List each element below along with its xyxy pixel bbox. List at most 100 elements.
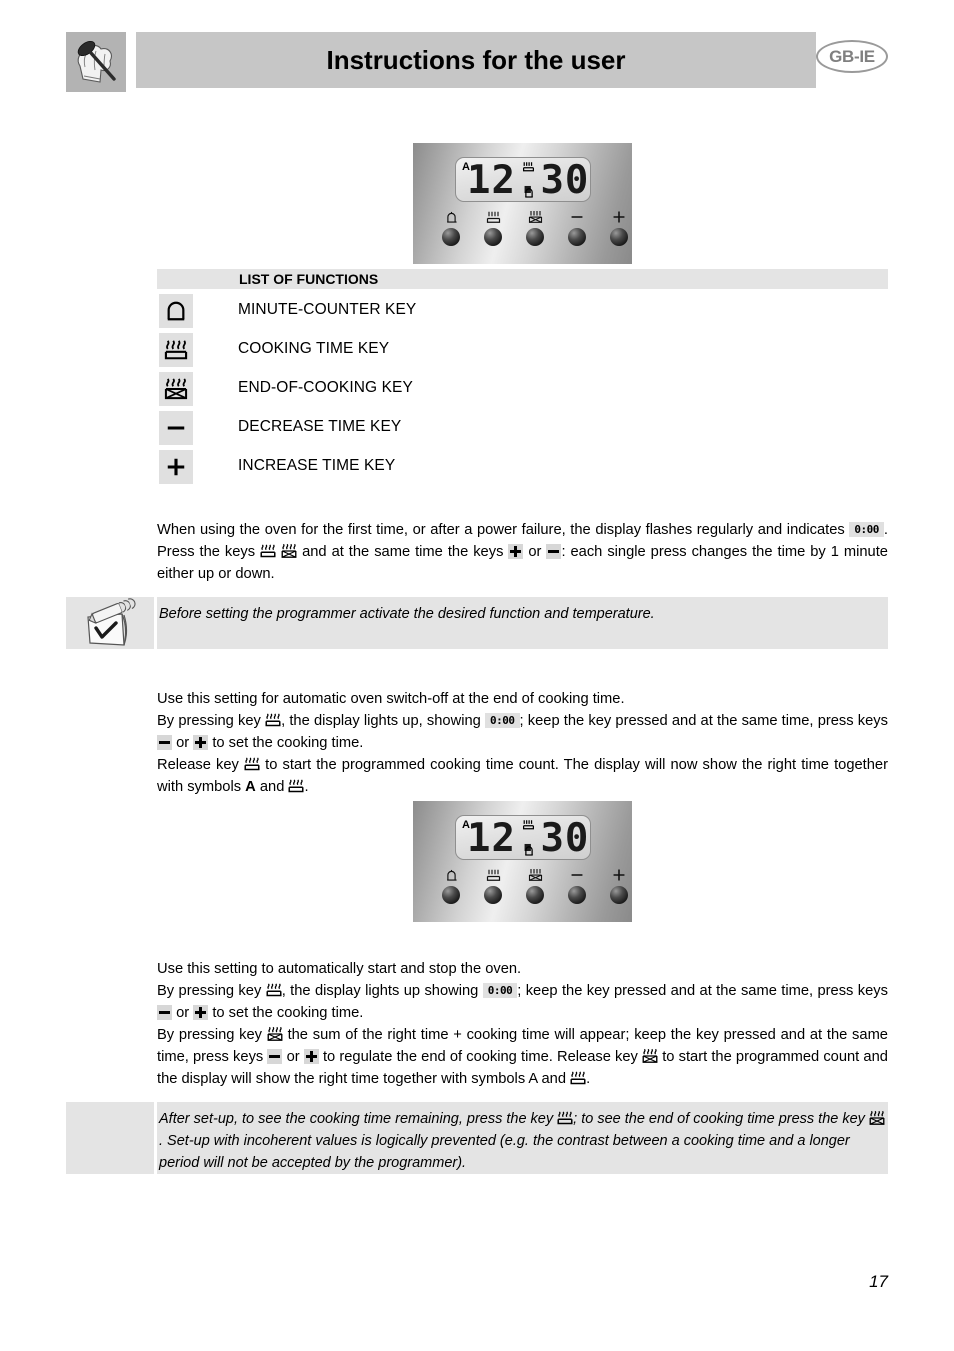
text: Use this setting to automatically start …: [157, 961, 522, 977]
panel-key-increase-time[interactable]: [599, 209, 639, 246]
key-button[interactable]: [484, 886, 502, 904]
list-of-functions-heading: LIST OF FUNCTIONS: [239, 271, 379, 287]
cooking-time-icon: [288, 779, 304, 793]
plus-icon: [193, 1005, 209, 1020]
minute-counter-icon: [446, 211, 457, 223]
paragraph-line: Use this setting for automatic oven swit…: [157, 688, 888, 710]
text: and: [259, 779, 285, 795]
cooking-time-icon: [570, 1071, 586, 1085]
end-of-cooking-icon: [869, 1110, 885, 1125]
cooking-time-icon: [523, 820, 534, 830]
cooking-time-icon: [523, 162, 534, 172]
note-icon-container: [66, 1102, 154, 1174]
note-icon-container: [66, 597, 154, 649]
key-button[interactable]: [526, 886, 544, 904]
end-of-cooking-icon: [281, 543, 297, 558]
language-badge-label: GB-IE: [829, 46, 875, 66]
function-row-cooking-time: COOKING TIME KEY: [159, 333, 889, 372]
text: or: [176, 1005, 190, 1021]
function-row-increase-time: INCREASE TIME KEY: [159, 450, 889, 489]
minute-counter-icon: [159, 294, 193, 328]
key-button[interactable]: [442, 886, 460, 904]
cooking-time-icon: [486, 869, 500, 881]
minute-counter-icon: [525, 188, 533, 198]
cooking-time-icon: [486, 211, 500, 223]
key-button[interactable]: [568, 228, 586, 246]
text: to regulate the end of cooking time. Rel…: [322, 1049, 638, 1065]
programmer-panel-image-top: A 12.30: [413, 143, 632, 264]
paragraph-line: By pressing key the sum of the right tim…: [157, 1024, 888, 1090]
note-before-setting: Before setting the programmer activate t…: [66, 597, 888, 649]
minus-icon: [571, 216, 583, 218]
function-label: DECREASE TIME KEY: [238, 418, 402, 435]
function-label: END-OF-COOKING KEY: [238, 379, 413, 396]
key-button[interactable]: [568, 886, 586, 904]
panel-key-minute-counter[interactable]: [431, 209, 471, 246]
text: , the display lights up showing: [281, 983, 479, 999]
text: or: [286, 1049, 300, 1065]
panel-key-end-of-cooking[interactable]: [515, 209, 555, 246]
minus-glyph: [167, 426, 185, 430]
text: to set the cooking time.: [212, 735, 364, 751]
minute-counter-icon: [525, 846, 533, 856]
note-body: After set-up, to see the cooking time re…: [157, 1102, 888, 1174]
paragraph-auto-switch-off: Use this setting for automatic oven swit…: [157, 688, 888, 798]
key-button[interactable]: [526, 228, 544, 246]
minus-icon: [157, 1005, 172, 1020]
key-row: [413, 209, 632, 259]
plus-icon: [193, 735, 209, 750]
display-chip-0000: 0:00: [482, 983, 518, 998]
plus-glyph: [167, 458, 185, 476]
text: After set-up, to see the cooking time re…: [159, 1111, 554, 1127]
list-of-functions-header: LIST OF FUNCTIONS: [157, 269, 888, 289]
text: By pressing key: [157, 983, 262, 999]
end-of-cooking-icon: [642, 1048, 658, 1063]
key-button[interactable]: [442, 228, 460, 246]
panel-key-end-of-cooking[interactable]: [515, 867, 555, 904]
notepad-pencil-check-icon: [87, 598, 136, 646]
note-after-setup: After set-up, to see the cooking time re…: [66, 1102, 888, 1174]
page-title-bar: Instructions for the user: [136, 32, 816, 88]
plus-icon: [508, 544, 524, 559]
display-chip-0000: 0:00: [485, 713, 520, 728]
panel-key-increase-time[interactable]: [599, 867, 639, 904]
key-button[interactable]: [610, 228, 628, 246]
cooking-time-icon: [265, 713, 281, 727]
text: ; keep the key pressed and at the same t…: [519, 713, 889, 729]
panel-key-cooking-time[interactable]: [473, 867, 513, 904]
note-body: Before setting the programmer activate t…: [157, 597, 888, 649]
panel-key-decrease-time[interactable]: [557, 209, 597, 246]
text: .: [304, 779, 309, 795]
text: By pressing key: [157, 713, 261, 729]
minus-icon: [157, 735, 172, 750]
chef-hat-spoon-logo-icon: [77, 40, 116, 83]
paragraph-auto-start-stop: Use this setting to automatically start …: [157, 958, 888, 1090]
text: or: [528, 544, 542, 560]
minute-counter-glyph: [167, 301, 185, 321]
text: ; to see the end of cooking time press t…: [573, 1111, 865, 1127]
text: Use this setting for automatic oven swit…: [157, 691, 625, 707]
note-text: Before setting the programmer activate t…: [159, 606, 655, 622]
text: . Set-up with incoherent values is logic…: [159, 1133, 850, 1171]
function-row-minute-counter: MINUTE-COUNTER KEY: [159, 294, 889, 333]
list-of-functions: MINUTE-COUNTER KEY COOKING TIME KEY END-…: [159, 294, 889, 489]
panel-key-decrease-time[interactable]: [557, 867, 597, 904]
panel-key-cooking-time[interactable]: [473, 209, 513, 246]
key-row: [413, 867, 632, 917]
cooking-time-icon: [266, 983, 282, 997]
text: or: [176, 735, 190, 751]
function-label: COOKING TIME KEY: [238, 340, 390, 357]
minus-icon: [159, 411, 193, 445]
key-button[interactable]: [484, 228, 502, 246]
paragraph-line: Release key to start the programmed cook…: [157, 754, 888, 798]
cooking-time-icon: [557, 1111, 573, 1125]
cooking-time-icon: [159, 333, 193, 367]
minus-icon: [267, 1049, 283, 1064]
text: By pressing key: [157, 1027, 263, 1043]
panel-key-minute-counter[interactable]: [431, 867, 471, 904]
brand-logo: [66, 32, 126, 92]
key-button[interactable]: [610, 886, 628, 904]
cooking-time-glyph: [164, 340, 188, 360]
end-of-cooking-icon: [528, 869, 542, 881]
end-of-cooking-icon: [528, 211, 542, 223]
